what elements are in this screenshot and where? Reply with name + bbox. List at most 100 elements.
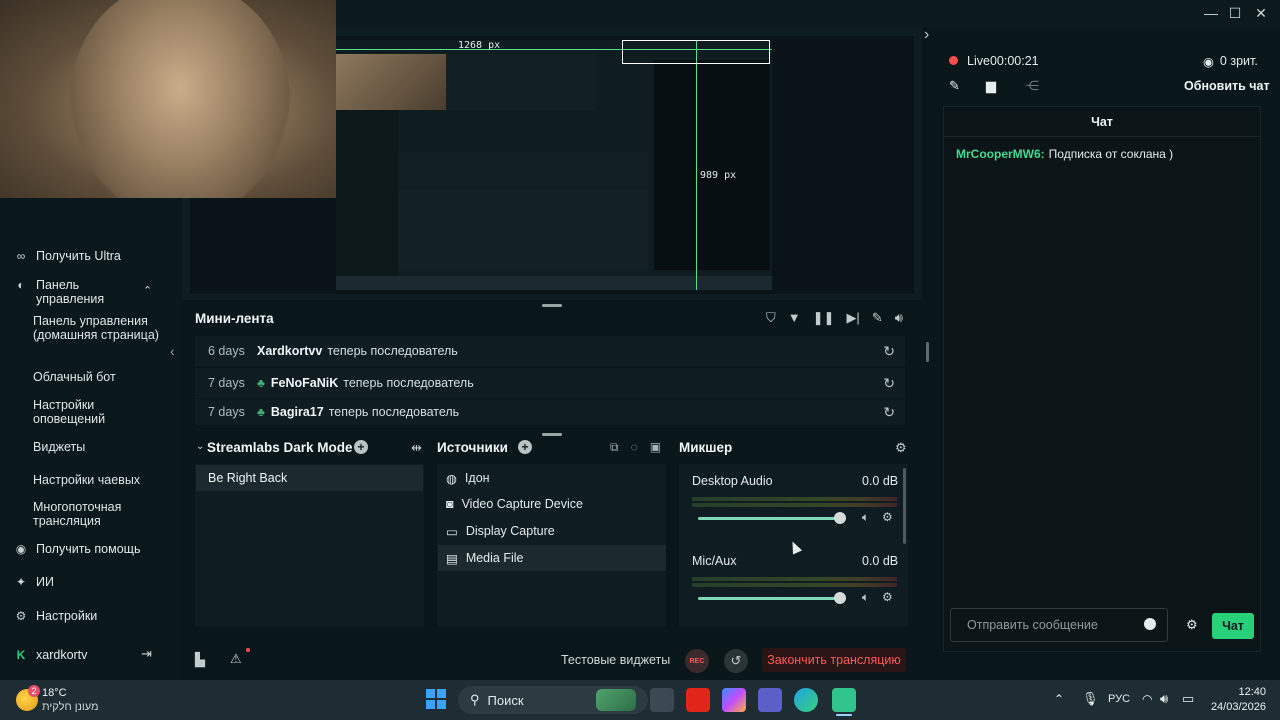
hide-icon[interactable]: ◌ xyxy=(631,440,638,455)
scenes-title[interactable]: Streamlabs Dark Mode xyxy=(207,440,353,455)
live-label: Live xyxy=(967,54,990,68)
selection-box[interactable] xyxy=(622,40,770,64)
mute-alerts-icon[interactable]: ✎ xyxy=(872,310,883,326)
scene-transition-icon[interactable]: ⇹ xyxy=(411,440,422,456)
source-item[interactable]: ◍ Ідон xyxy=(438,465,666,491)
close-button[interactable]: ✕ xyxy=(1248,2,1274,24)
replay-icon[interactable]: ↻ xyxy=(883,343,895,360)
end-stream-button[interactable]: Закончить трансляцию xyxy=(762,648,906,672)
acrobat-icon[interactable] xyxy=(686,688,710,712)
refresh-chat-button[interactable]: Обновить чат xyxy=(1184,79,1270,93)
volume-slider[interactable] xyxy=(698,591,846,605)
volume-icon[interactable]: 🔊︎ xyxy=(895,310,903,326)
send-chat-button[interactable]: Чат xyxy=(1212,613,1254,639)
skip-icon[interactable]: ▶| xyxy=(846,310,859,326)
add-scene-button[interactable]: + xyxy=(354,440,368,454)
shield-icon[interactable]: ⛉ xyxy=(766,310,776,326)
group-icon[interactable]: ⧉ xyxy=(610,440,619,455)
clock-date[interactable]: 24/03/2026 xyxy=(1206,701,1266,713)
wifi-icon[interactable]: ◠ xyxy=(1142,692,1152,706)
nav-get-help[interactable]: ◉ Получить помощь xyxy=(14,542,141,556)
nav-get-ultra[interactable]: ∞ Получить Ultra xyxy=(14,249,121,263)
stats-icon[interactable]: ▙ xyxy=(195,652,205,668)
source-item[interactable]: ◙ Video Capture Device xyxy=(438,491,666,517)
nav-ai[interactable]: ✦ ИИ xyxy=(14,575,54,589)
nav-sub-cloudbot[interactable]: Облачный бот xyxy=(33,370,163,384)
minimize-button[interactable]: — xyxy=(1198,2,1224,24)
battery-icon[interactable]: ▭ xyxy=(1182,691,1194,707)
share-icon[interactable]: ⋲ xyxy=(1026,78,1039,94)
add-source-button[interactable]: + xyxy=(518,440,532,454)
chevron-down-icon[interactable]: ⌄ xyxy=(196,441,204,452)
chevron-up-icon[interactable]: ⌃ xyxy=(1054,692,1064,706)
camera-icon[interactable]: ▆ xyxy=(986,78,996,94)
nav-sub-dashboard-home[interactable]: Панель управления (домашняя страница) xyxy=(33,314,163,342)
clock-time[interactable]: 12:40 xyxy=(1214,686,1266,698)
collapse-sidebar-icon[interactable]: ‹ xyxy=(170,343,175,359)
speaker-icon[interactable]: 🔈︎ xyxy=(862,590,869,605)
channel-settings-icon[interactable]: ⚙ xyxy=(882,510,893,524)
source-item[interactable]: ▤ Media File xyxy=(438,545,666,571)
test-widgets-button[interactable]: Тестовые виджеты xyxy=(561,653,670,667)
nav-sub-multistream[interactable]: Многопоточная трансляция xyxy=(33,500,163,528)
slider-knob[interactable] xyxy=(834,592,846,604)
replay-icon[interactable]: ↻ xyxy=(883,375,895,392)
logout-icon[interactable]: ⇥ xyxy=(141,646,152,662)
teams-icon[interactable] xyxy=(758,688,782,712)
feed-text: теперь последователь xyxy=(343,376,474,390)
nav-dashboard[interactable]: ◐ Панель управления xyxy=(14,278,164,306)
replay-buffer-icon[interactable]: ↺ xyxy=(724,649,748,673)
nav-sub-alert-settings[interactable]: Настройки оповещений xyxy=(33,398,163,426)
slider-knob[interactable] xyxy=(834,512,846,524)
source-item[interactable]: ▭ Display Capture xyxy=(438,518,666,544)
maximize-button[interactable]: ☐ xyxy=(1222,2,1248,24)
volume-icon[interactable]: 🔊︎ xyxy=(1160,691,1168,707)
task-view-icon[interactable] xyxy=(650,688,674,712)
windows-start-icon[interactable] xyxy=(426,689,446,709)
edit-icon[interactable]: ✎ xyxy=(949,78,960,94)
alert-icon[interactable]: ⚠ xyxy=(230,651,242,667)
nav-user[interactable]: K xardkortv xyxy=(14,648,88,662)
nav-settings[interactable]: ⚙ Настройки xyxy=(14,609,98,623)
nav-sub-tip-settings[interactable]: Настройки чаевых xyxy=(33,473,163,487)
mixer-settings-icon[interactable]: ⚙ xyxy=(895,440,907,456)
chat-settings-icon[interactable]: ⚙ xyxy=(1186,617,1198,633)
scrollbar[interactable] xyxy=(903,468,906,544)
help-icon: ◉ xyxy=(15,542,27,556)
nav-sub-widgets[interactable]: Виджеты xyxy=(33,440,163,454)
microphone-icon[interactable]: 🎙︎ xyxy=(1082,691,1099,707)
weather-temp[interactable]: 18°C xyxy=(42,687,67,699)
source-label: Video Capture Device xyxy=(461,497,583,511)
webcam-person xyxy=(70,0,290,198)
weather-desc[interactable]: מעונן חלקית xyxy=(42,701,99,713)
collapse-chat-icon[interactable]: › xyxy=(924,26,929,44)
feed-days: 7 days xyxy=(208,405,245,419)
record-button[interactable]: REC xyxy=(685,649,709,673)
scrollbar[interactable] xyxy=(926,342,929,362)
channel-settings-icon[interactable]: ⚙ xyxy=(882,590,893,604)
chat-input[interactable]: Отправить сообщение xyxy=(950,608,1168,642)
source-label: Media File xyxy=(465,551,524,565)
vu-meter xyxy=(692,497,897,501)
scene-item[interactable]: Be Right Back xyxy=(196,465,423,491)
copilot-icon[interactable] xyxy=(722,688,746,712)
chevron-up-icon[interactable]: ⌃ xyxy=(143,284,152,297)
filter-icon[interactable]: ▼ xyxy=(788,310,801,326)
sources-title: Источники xyxy=(437,440,508,455)
speaker-icon[interactable]: 🔈︎ xyxy=(862,510,869,525)
volume-slider[interactable] xyxy=(698,511,846,525)
nav-get-ultra-label: Получить Ultra xyxy=(36,249,121,263)
ai-icon: ✦ xyxy=(15,575,27,589)
folder-icon[interactable]: ▣ xyxy=(650,440,661,455)
streamlabs-icon[interactable] xyxy=(832,688,856,712)
edge-icon[interactable] xyxy=(794,688,818,712)
language-indicator[interactable]: РУС xyxy=(1108,693,1130,705)
search-highlight-image xyxy=(596,689,636,711)
list-item: 7 days ♣ FeNoFaNiK теперь последователь … xyxy=(195,368,905,398)
nested-preview-capture: 1268 px 989 px xyxy=(336,40,772,290)
emoji-icon[interactable] xyxy=(1144,618,1156,630)
resize-handle[interactable] xyxy=(542,304,562,307)
replay-icon[interactable]: ↻ xyxy=(883,404,895,421)
pause-icon[interactable]: ❚❚ xyxy=(813,310,835,326)
resize-handle[interactable] xyxy=(542,433,562,436)
